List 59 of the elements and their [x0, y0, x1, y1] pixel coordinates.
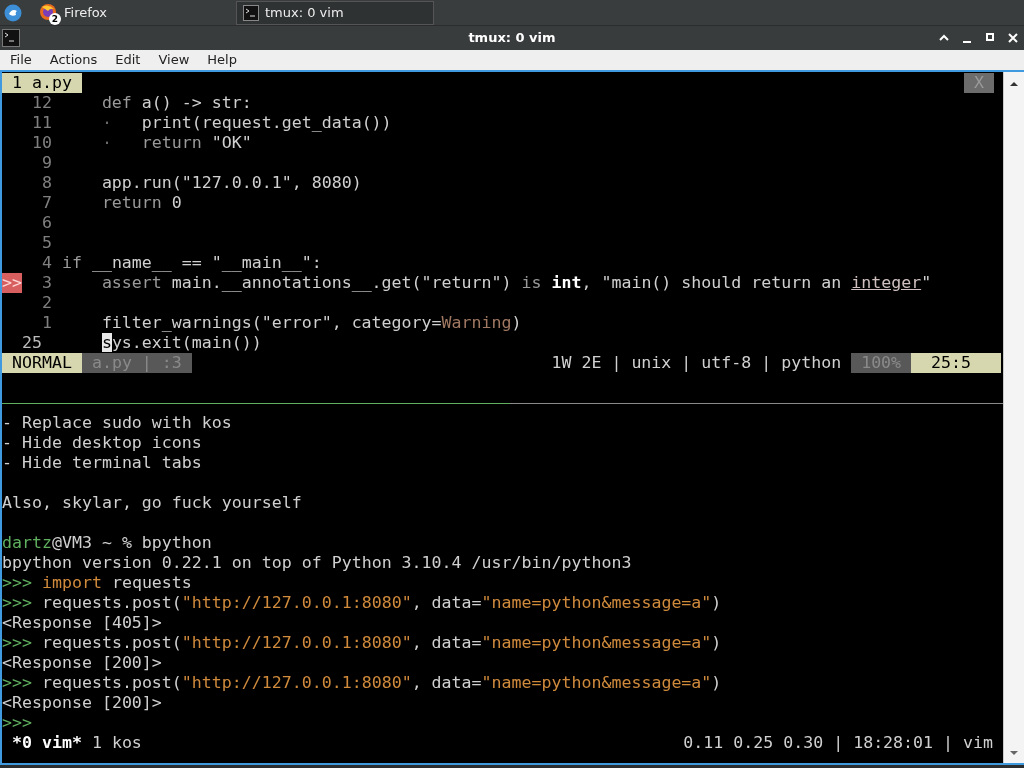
terminal-line: dartz@VM3 ~ % bpython — [2, 533, 212, 553]
terminal-line: >>> import requests — [2, 573, 192, 593]
terminal-line: <Response [200]> — [2, 693, 162, 713]
line-number: 6 — [41, 213, 52, 233]
close-icon[interactable] — [1006, 31, 1020, 45]
browser-icon — [38, 2, 58, 23]
code-line: · print(request.get_data()) — [101, 113, 392, 133]
line-number: 9 — [41, 153, 52, 173]
terminal-line: - Replace sudo with kos — [2, 413, 232, 433]
code-line: def a() -> str: — [101, 93, 252, 113]
app-menu-icon[interactable] — [4, 3, 22, 22]
terminal-line: Also, skylar, go fuck yourself — [2, 493, 302, 513]
tmux-window[interactable]: 1 kos — [91, 733, 142, 753]
status-info: 1W 2E | unix | utf-8 | python — [551, 353, 843, 373]
scroll-down-icon[interactable] — [1009, 749, 1019, 757]
menu-item[interactable]: View — [150, 50, 198, 70]
terminal-line: <Response [200]> — [2, 653, 162, 673]
buffer-tab[interactable]: 1 a.py — [2, 73, 82, 93]
tmux-status: 0.11 0.25 0.30 | 18:28:01 | vim — [683, 733, 993, 753]
menu-item[interactable]: Help — [199, 50, 245, 70]
line-number: 11 — [31, 113, 52, 133]
code-line: sys.exit(main()) — [101, 333, 262, 353]
code-line: app.run("127.0.0.1", 8080) — [101, 173, 362, 193]
line-number: 10 — [31, 133, 52, 153]
line-number: 4 — [41, 253, 52, 273]
terminal-line: bpython version 0.22.1 on top of Python 3.10.4 /usr/bin/python3 — [2, 553, 632, 573]
cursor-position: 25:5 — [911, 353, 1001, 373]
code-line: filter_warnings("error", category=Warning) — [101, 313, 522, 333]
line-number: 5 — [41, 233, 52, 253]
terminal-line: - Hide terminal tabs — [2, 453, 202, 473]
terminal-icon — [243, 4, 259, 21]
scroll-up-icon[interactable] — [1009, 80, 1019, 88]
menu-item[interactable]: File — [2, 50, 40, 70]
terminal-icon — [2, 29, 20, 47]
code-line: · return "OK" — [101, 133, 252, 153]
terminal-line: >>> requests.post("http://127.0.0.1:8080", data="name=python&message=a") — [2, 593, 722, 613]
line-number: 8 — [41, 173, 52, 193]
line-number: 7 — [41, 193, 52, 213]
terminal-line: >>> requests.post("http://127.0.0.1:8080", data="name=python&message=a") — [2, 673, 722, 693]
window-title: tmux: 0 vim — [468, 29, 556, 48]
taskbar-button[interactable]: tmux: 0 vim — [236, 0, 434, 25]
code-line: assert main.__annotations__.get("return") is int, "main() should return an integer" — [101, 273, 932, 293]
tmux-window[interactable]: *0 vim* — [12, 733, 82, 753]
code-line: if __name__ == "__main__": — [61, 253, 322, 273]
line-number: 25 — [21, 333, 42, 353]
line-number: 2 — [41, 293, 52, 313]
terminal-line: <Response [405]> — [2, 613, 162, 633]
menu-item[interactable]: Edit — [107, 50, 149, 70]
line-number: 3 — [41, 273, 52, 293]
code-line: return 0 — [101, 193, 182, 213]
error-sign: >> — [2, 273, 22, 293]
terminal-line: >>> — [2, 713, 32, 733]
line-number: 1 — [41, 313, 52, 333]
mode-indicator: NORMAL — [2, 353, 82, 373]
terminal-line: >>> requests.post("http://127.0.0.1:8080", data="name=python&message=a") — [2, 633, 722, 653]
terminal-line: - Hide desktop icons — [2, 433, 202, 453]
menu-item[interactable]: Actions — [41, 50, 106, 70]
line-number: 12 — [31, 93, 52, 113]
scrollbar[interactable] — [1003, 72, 1024, 763]
